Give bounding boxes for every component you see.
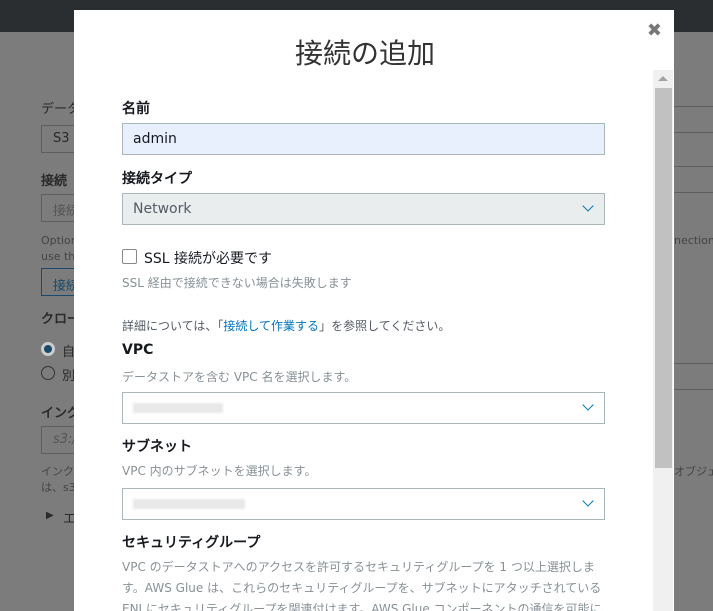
security-group-label: セキュリティグループ [122, 535, 261, 551]
chevron-down-icon [582, 495, 594, 507]
security-group-hint: す。AWS Glue は、これらのセキュリティグループを、サブネットにアタッチさ… [122, 581, 602, 595]
bg-radio [41, 342, 55, 356]
connection-type-label: 接続タイプ [122, 171, 192, 187]
connection-type-value: Network [133, 201, 192, 217]
dialog-title: 接続の追加 [294, 37, 435, 70]
name-input[interactable]: admin [122, 123, 605, 155]
info-prefix: 詳細については、「 [122, 319, 224, 333]
scroll-up-icon[interactable] [658, 76, 668, 81]
bg-radio [41, 366, 55, 380]
chevron-down-icon [582, 200, 594, 212]
bg-field [674, 106, 713, 133]
redacted-value [133, 499, 245, 509]
subnet-label: サブネット [122, 439, 192, 455]
vpc-select[interactable] [122, 392, 605, 424]
redacted-value [133, 403, 223, 413]
ssl-label: SSL 接続が必要です [144, 251, 273, 267]
scrollbar[interactable] [653, 70, 673, 611]
vpc-label: VPC [122, 342, 154, 358]
subnet-select[interactable] [122, 488, 605, 520]
add-connection-dialog: 接続の追加 ✖ 名前 admin 接続タイプ Network SSL 接続が必要… [74, 10, 674, 611]
security-group-hint: ENI にセキュリティグループを関連付けます。AWS Glue コンポーネントの… [122, 602, 602, 611]
close-icon[interactable]: ✖ [647, 20, 662, 41]
bg-field [674, 166, 713, 193]
working-with-connections-link[interactable]: 接続して作業する [223, 319, 319, 333]
bg-text: nection [674, 234, 713, 247]
security-group-hint: VPC のデータストアへのアクセスを許可するセキュリティグループを 1 つ以上選… [122, 560, 595, 574]
bg-text: は、s3 [41, 481, 76, 494]
bg-text: Option [41, 234, 78, 247]
bg-text: S3 [53, 131, 70, 146]
ssl-hint: SSL 経由で接続できない場合は失敗します [122, 276, 352, 290]
bg-text: use th [41, 250, 76, 263]
subnet-hint: VPC 内のサブネットを選択します。 [122, 464, 317, 478]
scrollbar-thumb[interactable] [655, 88, 672, 468]
bg-caret: ▶ [46, 510, 54, 521]
connection-type-select[interactable]: Network [122, 193, 605, 225]
info-suffix: 」を参照してください。 [319, 319, 451, 333]
vpc-hint: データストアを含む VPC 名を選択します。 [122, 370, 357, 384]
name-label: 名前 [122, 101, 150, 117]
bg-text: インク [41, 465, 74, 478]
bg-field [674, 363, 713, 390]
chevron-down-icon [582, 399, 594, 411]
ssl-checkbox[interactable] [122, 249, 137, 264]
bg-text: オブジェ [674, 465, 713, 478]
bg-text: 接続 [41, 174, 68, 189]
info-text: 詳細については、「接続して作業する」を参照してください。 [122, 317, 450, 334]
